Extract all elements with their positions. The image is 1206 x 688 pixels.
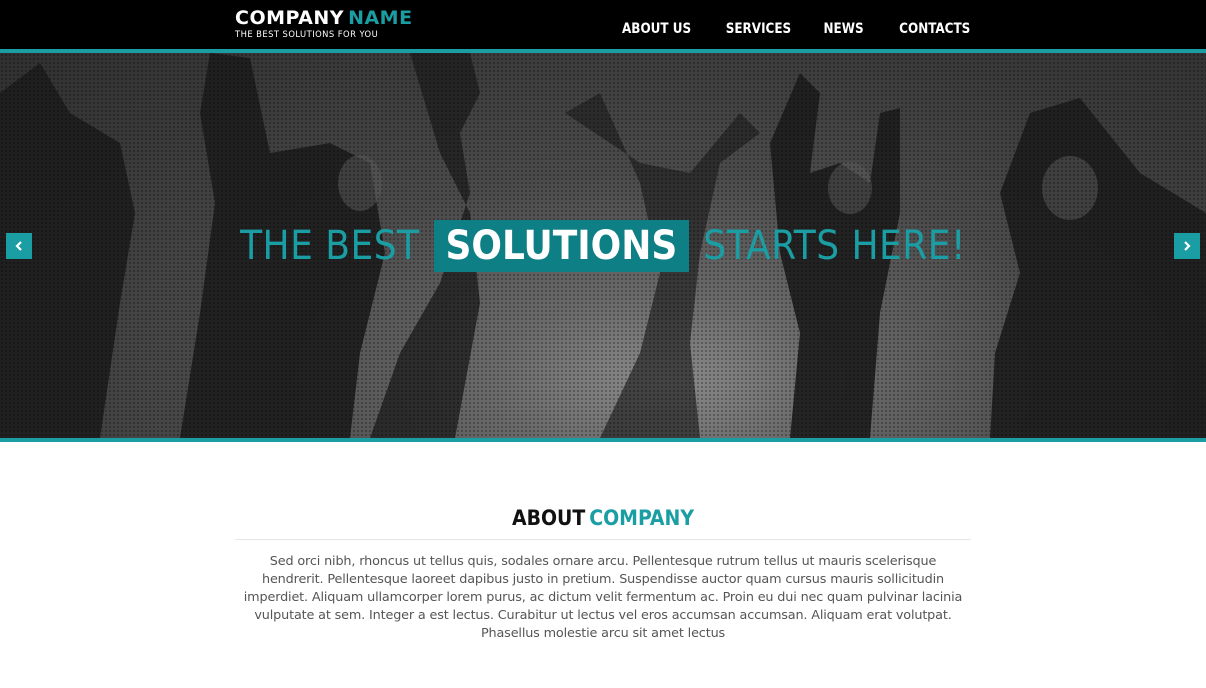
headline-post: STARTS HERE! bbox=[703, 223, 966, 269]
slider-prev-button[interactable] bbox=[6, 233, 32, 259]
logo-tagline: THE BEST SOLUTIONS FOR YOU bbox=[235, 29, 379, 39]
about-heading-bold: ABOUT bbox=[511, 506, 586, 530]
logo-main-text: COMPANY bbox=[235, 7, 345, 29]
site-header: COMPANY NAME THE BEST SOLUTIONS FOR YOU A… bbox=[0, 0, 1206, 49]
nav-about-us[interactable]: ABOUT US bbox=[622, 21, 691, 37]
headline-pre: THE BEST bbox=[240, 223, 420, 269]
about-divider bbox=[235, 539, 971, 540]
logo[interactable]: COMPANY NAME THE BEST SOLUTIONS FOR YOU bbox=[235, 8, 413, 39]
about-heading: ABOUT COMPANY bbox=[0, 503, 1206, 531]
logo-title: COMPANY NAME bbox=[235, 8, 413, 28]
hero-headline: THE BEST SOLUTIONS STARTS HERE! bbox=[0, 220, 1206, 272]
logo-accent-text: NAME bbox=[348, 7, 413, 29]
slider-next-button[interactable] bbox=[1174, 233, 1200, 259]
chevron-left-icon bbox=[15, 241, 22, 251]
about-paragraph: Sed orci nibh, rhoncus ut tellus quis, s… bbox=[243, 554, 963, 641]
nav-services[interactable]: SERVICES bbox=[726, 21, 791, 37]
main-nav: ABOUT US SERVICES NEWS CONTACTS bbox=[587, 21, 970, 37]
nav-contacts[interactable]: CONTACTS bbox=[899, 21, 970, 37]
about-heading-accent: COMPANY bbox=[589, 506, 695, 530]
chevron-right-icon bbox=[1184, 241, 1191, 251]
nav-news[interactable]: NEWS bbox=[824, 21, 864, 37]
headline-highlight: SOLUTIONS bbox=[433, 220, 690, 272]
hero-slider: THE BEST SOLUTIONS STARTS HERE! bbox=[0, 53, 1206, 438]
hero-accent-line bbox=[0, 438, 1206, 442]
